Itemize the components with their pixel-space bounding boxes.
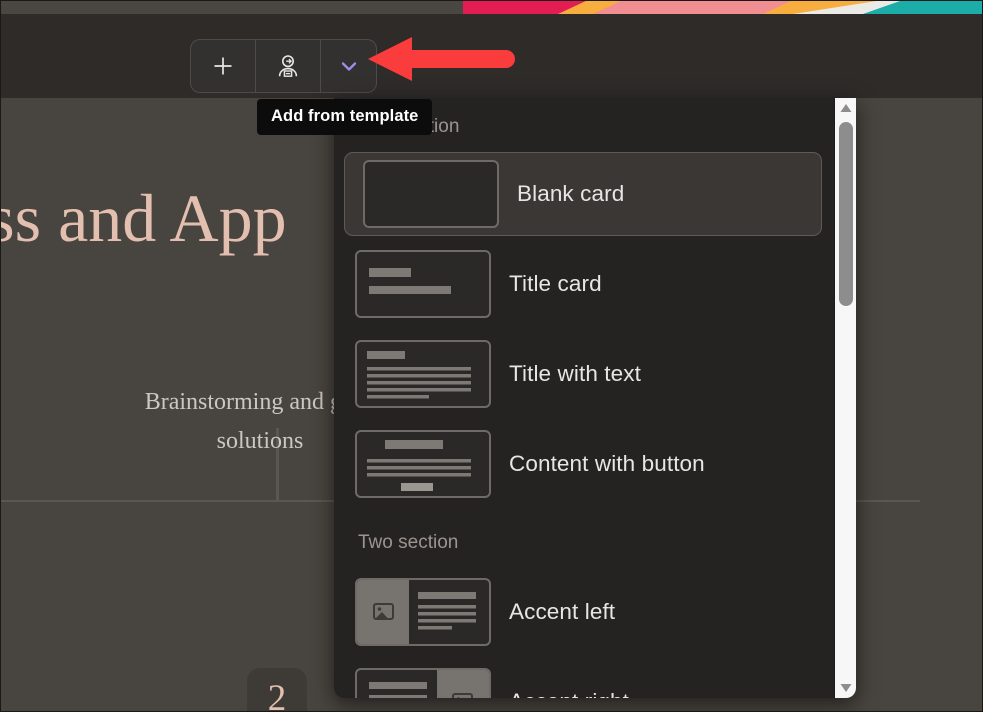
timeline-step-badge: 2 — [247, 668, 307, 712]
template-item-accent-right[interactable]: Accent right — [354, 660, 826, 698]
thumb-accent-left — [355, 578, 491, 646]
banner-stripes — [463, 0, 983, 14]
thumb-accent-right — [355, 668, 491, 698]
template-item-title-card[interactable]: Title card — [354, 242, 826, 326]
toolbar — [0, 18, 983, 98]
thumb-content-btn — [355, 430, 491, 498]
template-item-label: Accent left — [509, 599, 616, 624]
banner-left-stub — [0, 0, 463, 14]
panel-scrollbar[interactable] — [834, 98, 856, 698]
scroll-up-arrow-icon[interactable] — [835, 98, 857, 118]
template-item-accent-left[interactable]: Accent left — [354, 570, 826, 654]
chevron-down-icon — [338, 55, 360, 77]
group-label-two-section: Two section — [358, 532, 459, 553]
scrollbar-track[interactable] — [835, 118, 856, 678]
template-item-blank-card[interactable]: Blank card — [344, 152, 822, 236]
template-item-content-with-button[interactable]: Content with button — [354, 422, 826, 506]
thumb-title-text — [355, 340, 491, 408]
template-dropdown-panel: One section Blank card Title card — [334, 98, 856, 698]
scroll-down-arrow-icon[interactable] — [835, 678, 856, 698]
add-person-button[interactable] — [256, 40, 321, 92]
template-item-label: Content with button — [509, 451, 705, 476]
toolbar-button-group — [190, 39, 377, 93]
scrollbar-thumb[interactable] — [839, 122, 853, 306]
app-root: ess and App Ideation Brainstorming and g… — [0, 0, 983, 712]
add-from-template-button[interactable] — [321, 40, 376, 92]
template-item-label: Blank card — [517, 181, 625, 206]
template-item-label: Accent right — [509, 689, 629, 698]
template-item-label: Title card — [509, 271, 602, 296]
thumb-title — [355, 250, 491, 318]
template-item-title-with-text[interactable]: Title with text — [354, 332, 826, 416]
template-item-label: Title with text — [509, 361, 641, 386]
thumb-blank — [363, 160, 499, 228]
add-button[interactable] — [191, 40, 256, 92]
template-list: One section Blank card Title card — [334, 98, 834, 698]
person-add-icon — [275, 53, 301, 79]
tooltip-add-from-template: Add from template — [257, 99, 433, 135]
plus-icon — [211, 54, 235, 78]
